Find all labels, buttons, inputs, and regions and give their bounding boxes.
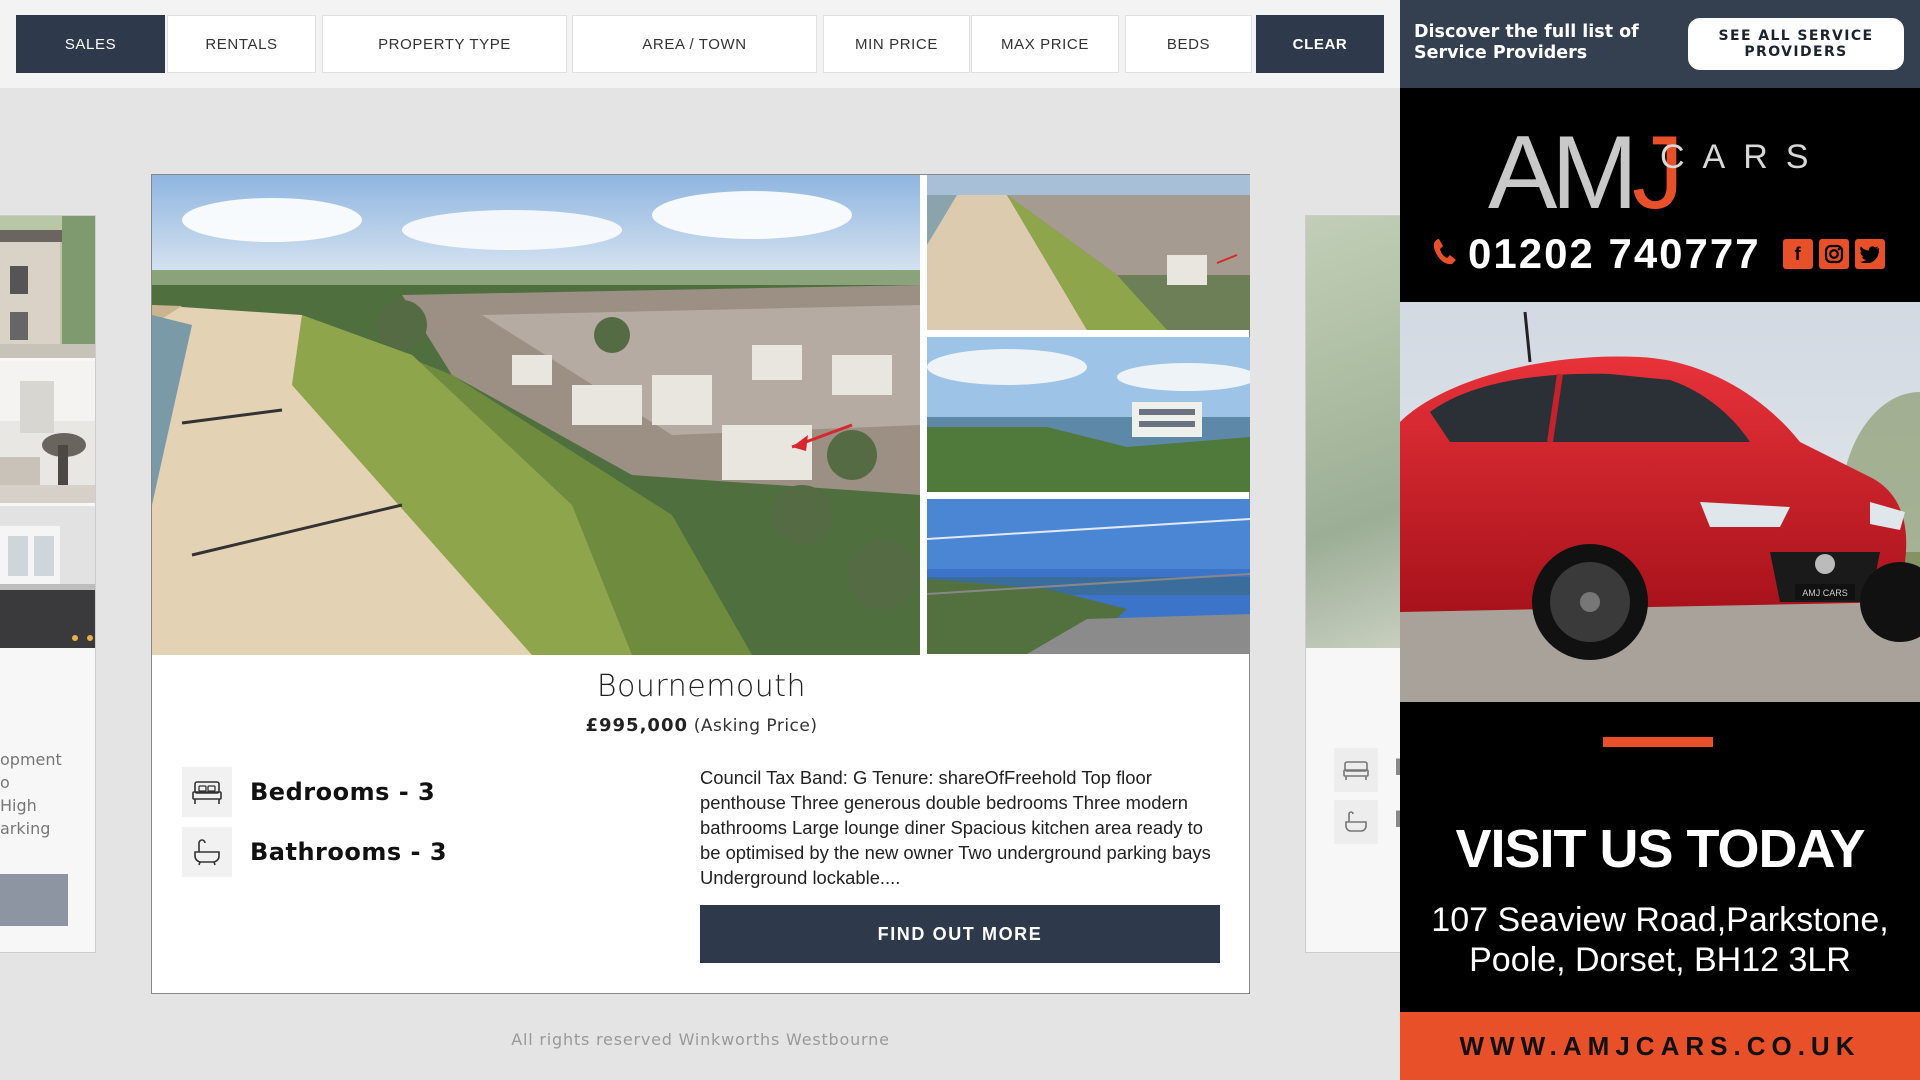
ad-car-photo: AMJ CARS (1400, 302, 1920, 702)
promo-text: Discover the full list of Service Provid… (1414, 22, 1639, 63)
amj-cars-advert[interactable]: AM J CARS 01202 740777 f AMJ CARS VISIT … (1400, 88, 1920, 1080)
ad-divider (1603, 737, 1713, 747)
find-out-more-button[interactable]: FIND OUT MORE (700, 905, 1220, 963)
bathrooms-feature: Bathrooms - 3 (182, 827, 447, 877)
bedrooms-feature: Bedrooms - 3 (182, 767, 435, 817)
ad-headline: VISIT US TODAY (1455, 819, 1865, 879)
ad-phone-row: 01202 740777 f (1430, 226, 1885, 282)
property-thumbnail-2[interactable] (927, 337, 1250, 492)
bathrooms-label: Bathrooms - 3 (250, 838, 448, 866)
filter-rentals-button[interactable]: RENTALS (167, 15, 316, 73)
bed-icon (1334, 748, 1378, 792)
next-listing-photo (1306, 216, 1400, 648)
previous-listing-card[interactable]: opment o High arking (0, 215, 96, 953)
bath-icon (182, 827, 232, 877)
filter-max-price-dropdown[interactable]: MAX PRICE (971, 15, 1119, 73)
filter-beds-dropdown[interactable]: BEDS (1125, 15, 1252, 73)
previous-listing-text-line: opment (0, 750, 62, 769)
logo-am: AM (1488, 115, 1638, 231)
next-listing-card[interactable]: B B (1305, 215, 1400, 953)
bed-icon (182, 767, 232, 817)
phone-icon (1430, 237, 1460, 271)
previous-listing-text-line: High (0, 796, 37, 815)
filter-sales-button[interactable]: SALES (16, 15, 165, 73)
property-main-photo[interactable] (152, 175, 920, 655)
footer-copyright: All rights reserved Winkworths Westbourn… (511, 1030, 890, 1049)
ad-website-link[interactable]: WWW.AMJCARS.CO.UK (1460, 1031, 1861, 1062)
ad-address-line1: 107 Seaview Road,Parkstone, (1431, 901, 1889, 939)
bedrooms-label: Bedrooms - 3 (250, 778, 436, 806)
instagram-icon[interactable] (1818, 239, 1849, 269)
filter-min-price-dropdown[interactable]: MIN PRICE (823, 15, 970, 73)
property-title: Bournemouth (596, 669, 807, 704)
ad-plate-text: AMJ CARS (1802, 588, 1848, 598)
see-all-service-providers-button[interactable]: SEE ALL SERVICE PROVIDERS (1688, 18, 1904, 70)
previous-listing-description: opment o High arking (0, 748, 95, 840)
facebook-icon[interactable]: f (1782, 239, 1813, 269)
bath-icon (1334, 800, 1378, 844)
filter-property-type-dropdown[interactable]: PROPERTY TYPE (322, 15, 567, 73)
property-price-line: £995,000 (Asking Price) (152, 715, 1251, 736)
amj-cars-logo: AM J (1488, 115, 1684, 231)
filter-area-town-dropdown[interactable]: AREA / TOWN (572, 15, 817, 73)
property-thumbnail-1[interactable] (927, 175, 1250, 330)
logo-cars: CARS (1660, 138, 1827, 176)
property-price: £995,000 (585, 715, 688, 736)
property-card: Bournemouth £995,000 (Asking Price) Bedr… (151, 174, 1250, 994)
previous-listing-photo-3 (0, 506, 95, 648)
filter-clear-button[interactable]: CLEAR (1256, 15, 1384, 73)
previous-listing-text-line: arking (0, 819, 51, 838)
previous-listing-button[interactable] (0, 874, 68, 926)
property-thumbnail-3[interactable] (927, 499, 1250, 654)
property-description: Council Tax Band: G Tenure: shareOfFreeh… (700, 767, 1211, 888)
twitter-icon[interactable] (1854, 239, 1885, 269)
previous-listing-photo-1 (0, 216, 95, 358)
property-price-type: (Asking Price) (693, 716, 818, 736)
filter-bar: SALES RENTALS PROPERTY TYPE AREA / TOWN … (0, 0, 1400, 88)
ad-address-line2: Poole, Dorset, BH12 3LR (1469, 941, 1851, 979)
previous-listing-photo-2 (0, 361, 95, 503)
previous-listing-text-line: o (0, 773, 10, 792)
ad-url-bar[interactable]: WWW.AMJCARS.CO.UK (1400, 1012, 1920, 1080)
ad-address: 107 Seaview Road,Parkstone, Poole, Dorse… (1400, 900, 1920, 980)
ad-phone-number: 01202 740777 (1468, 230, 1761, 277)
service-providers-promo: Discover the full list of Service Provid… (1400, 0, 1920, 88)
